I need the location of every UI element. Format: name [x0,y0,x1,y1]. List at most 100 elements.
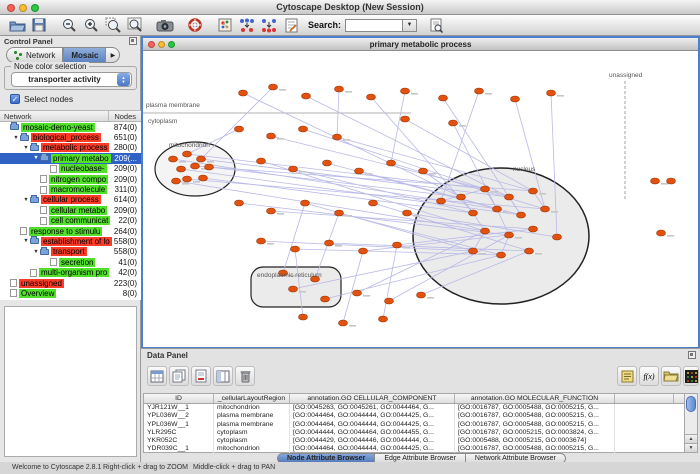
table-column-header[interactable]: annotation.GO CELLULAR_COMPONENT [290,394,455,403]
tree-row[interactable]: ▼cellular process614(0) [0,195,141,205]
network-node[interactable] [547,90,556,96]
network-node[interactable] [651,178,660,184]
network-node[interactable] [197,156,206,162]
attribute-table-header[interactable]: ID_cellularLayoutRegionannotation.GO CEL… [144,394,691,404]
tree-expander-icon[interactable]: ▼ [32,155,40,161]
help-lifering-icon[interactable] [184,16,206,35]
tab-mosaic[interactable]: Mosaic [63,47,106,63]
network-node[interactable] [417,292,426,298]
network-node[interactable] [239,90,248,96]
network-node[interactable] [525,248,534,254]
network-node[interactable] [403,210,412,216]
network-node[interactable] [439,95,448,101]
network-node[interactable] [199,175,208,181]
network-node[interactable] [401,88,410,94]
tree-row[interactable]: unassigned223(0) [0,278,141,288]
network-overview-icon[interactable] [214,16,236,35]
network-window-titlebar[interactable]: primary metabolic process [143,38,698,51]
select-nodes-checkbox[interactable]: ✓ [10,94,20,104]
network-node[interactable] [481,228,490,234]
network-node[interactable] [359,248,368,254]
network-node[interactable] [355,168,364,174]
network-node[interactable] [235,126,244,132]
table-row[interactable]: YPL036W__1plasma membrane[GO:0044464, GO… [144,421,691,429]
network-node[interactable] [183,151,192,157]
birds-eye-view[interactable] [4,306,137,457]
table-row[interactable]: YLR295Ccytoplasm[GO:0044444, GO:0044464,… [144,429,691,437]
network-canvas[interactable]: plasma membranecytoplasmmitochondrionnuc… [143,51,698,347]
apply-layout-icon[interactable] [236,16,258,35]
scroll-up-icon[interactable]: ▲ [685,434,697,443]
open-session-button[interactable] [6,16,28,35]
network-node[interactable] [172,178,181,184]
advanced-search-icon[interactable] [425,16,447,35]
network-node[interactable] [369,200,378,206]
annotations-icon[interactable] [280,16,302,35]
network-node[interactable] [367,94,376,100]
select-attributes-icon[interactable] [147,366,167,386]
network-node[interactable] [529,226,538,232]
delete-attribute-icon[interactable] [191,366,211,386]
network-node[interactable] [323,160,332,166]
network-graph[interactable]: plasma membranecytoplasmmitochondrionnuc… [143,51,698,347]
network-edge[interactable] [343,251,363,323]
network-edge[interactable] [201,87,273,159]
table-column-header[interactable] [615,394,674,403]
table-column-header[interactable]: _cellularLayoutRegion [214,394,290,403]
attribute-columns-icon[interactable] [213,366,233,386]
tree-row[interactable]: response to stimulu264(0) [0,226,141,236]
network-node[interactable] [379,316,388,322]
network-edge[interactable] [243,93,461,197]
tree-row[interactable]: ▼transport558(0) [0,247,141,257]
network-node[interactable] [457,194,466,200]
zoom-out-icon[interactable] [58,16,80,35]
network-node[interactable] [339,320,348,326]
node-color-dropdown[interactable]: transporter activity ▲▼ [11,72,132,87]
tree-row[interactable]: nucleobase-209(0) [0,164,141,174]
search-input[interactable] [345,19,403,32]
tree-row[interactable]: mosaic-demo-yeast874(0) [0,122,141,132]
tree-expander-icon[interactable]: ▼ [22,145,30,151]
table-column-header[interactable]: annotation.GO MOLECULAR_FUNCTION [455,394,615,403]
network-node[interactable] [289,286,298,292]
network-node[interactable] [541,206,550,212]
network-node[interactable] [335,86,344,92]
network-node[interactable] [437,198,446,204]
network-node[interactable] [481,186,490,192]
network-node[interactable] [299,314,308,320]
network-node[interactable] [302,93,311,99]
network-node[interactable] [469,210,478,216]
tree-row[interactable]: ▼establishment of lo558(0) [0,236,141,246]
network-node[interactable] [301,200,310,206]
network-node[interactable] [291,246,300,252]
data-panel-float-icon[interactable] [688,351,696,359]
tree-row[interactable]: macromolecule311(0) [0,184,141,194]
network-node[interactable] [449,120,458,126]
network-edge[interactable] [383,245,397,319]
tree-expander-icon[interactable]: ▼ [22,238,30,244]
network-node[interactable] [401,116,410,122]
network-node[interactable] [553,234,562,240]
scroll-down-icon[interactable]: ▼ [685,443,697,452]
network-node[interactable] [267,133,276,139]
network-node[interactable] [475,88,484,94]
zoom-in-icon[interactable] [80,16,102,35]
zoom-fit-icon[interactable] [124,16,146,35]
tab-overflow-button[interactable]: ▶ [106,47,120,63]
network-node[interactable] [493,206,502,212]
network-node[interactable] [385,298,394,304]
float-panel-icon[interactable] [129,37,137,45]
network-node[interactable] [393,242,402,248]
network-node[interactable] [183,176,192,182]
tree-row[interactable]: ▼biological_process651(0) [0,132,141,142]
table-row[interactable]: YJR121W__1mitochondrion[GO:0045263, GO:0… [144,404,691,412]
apply-layout-alt-icon[interactable] [258,16,280,35]
network-node[interactable] [353,290,362,296]
zoom-selected-icon[interactable] [102,16,124,35]
network-node[interactable] [205,164,214,170]
import-attributes-icon[interactable] [661,366,681,386]
function-builder-icon[interactable]: f(x) [639,366,659,386]
tree-row[interactable]: cell communicat22(0) [0,216,141,226]
table-row[interactable]: YKR052Ccytoplasm[GO:0044429, GO:0044446,… [144,437,691,445]
network-node[interactable] [667,178,676,184]
